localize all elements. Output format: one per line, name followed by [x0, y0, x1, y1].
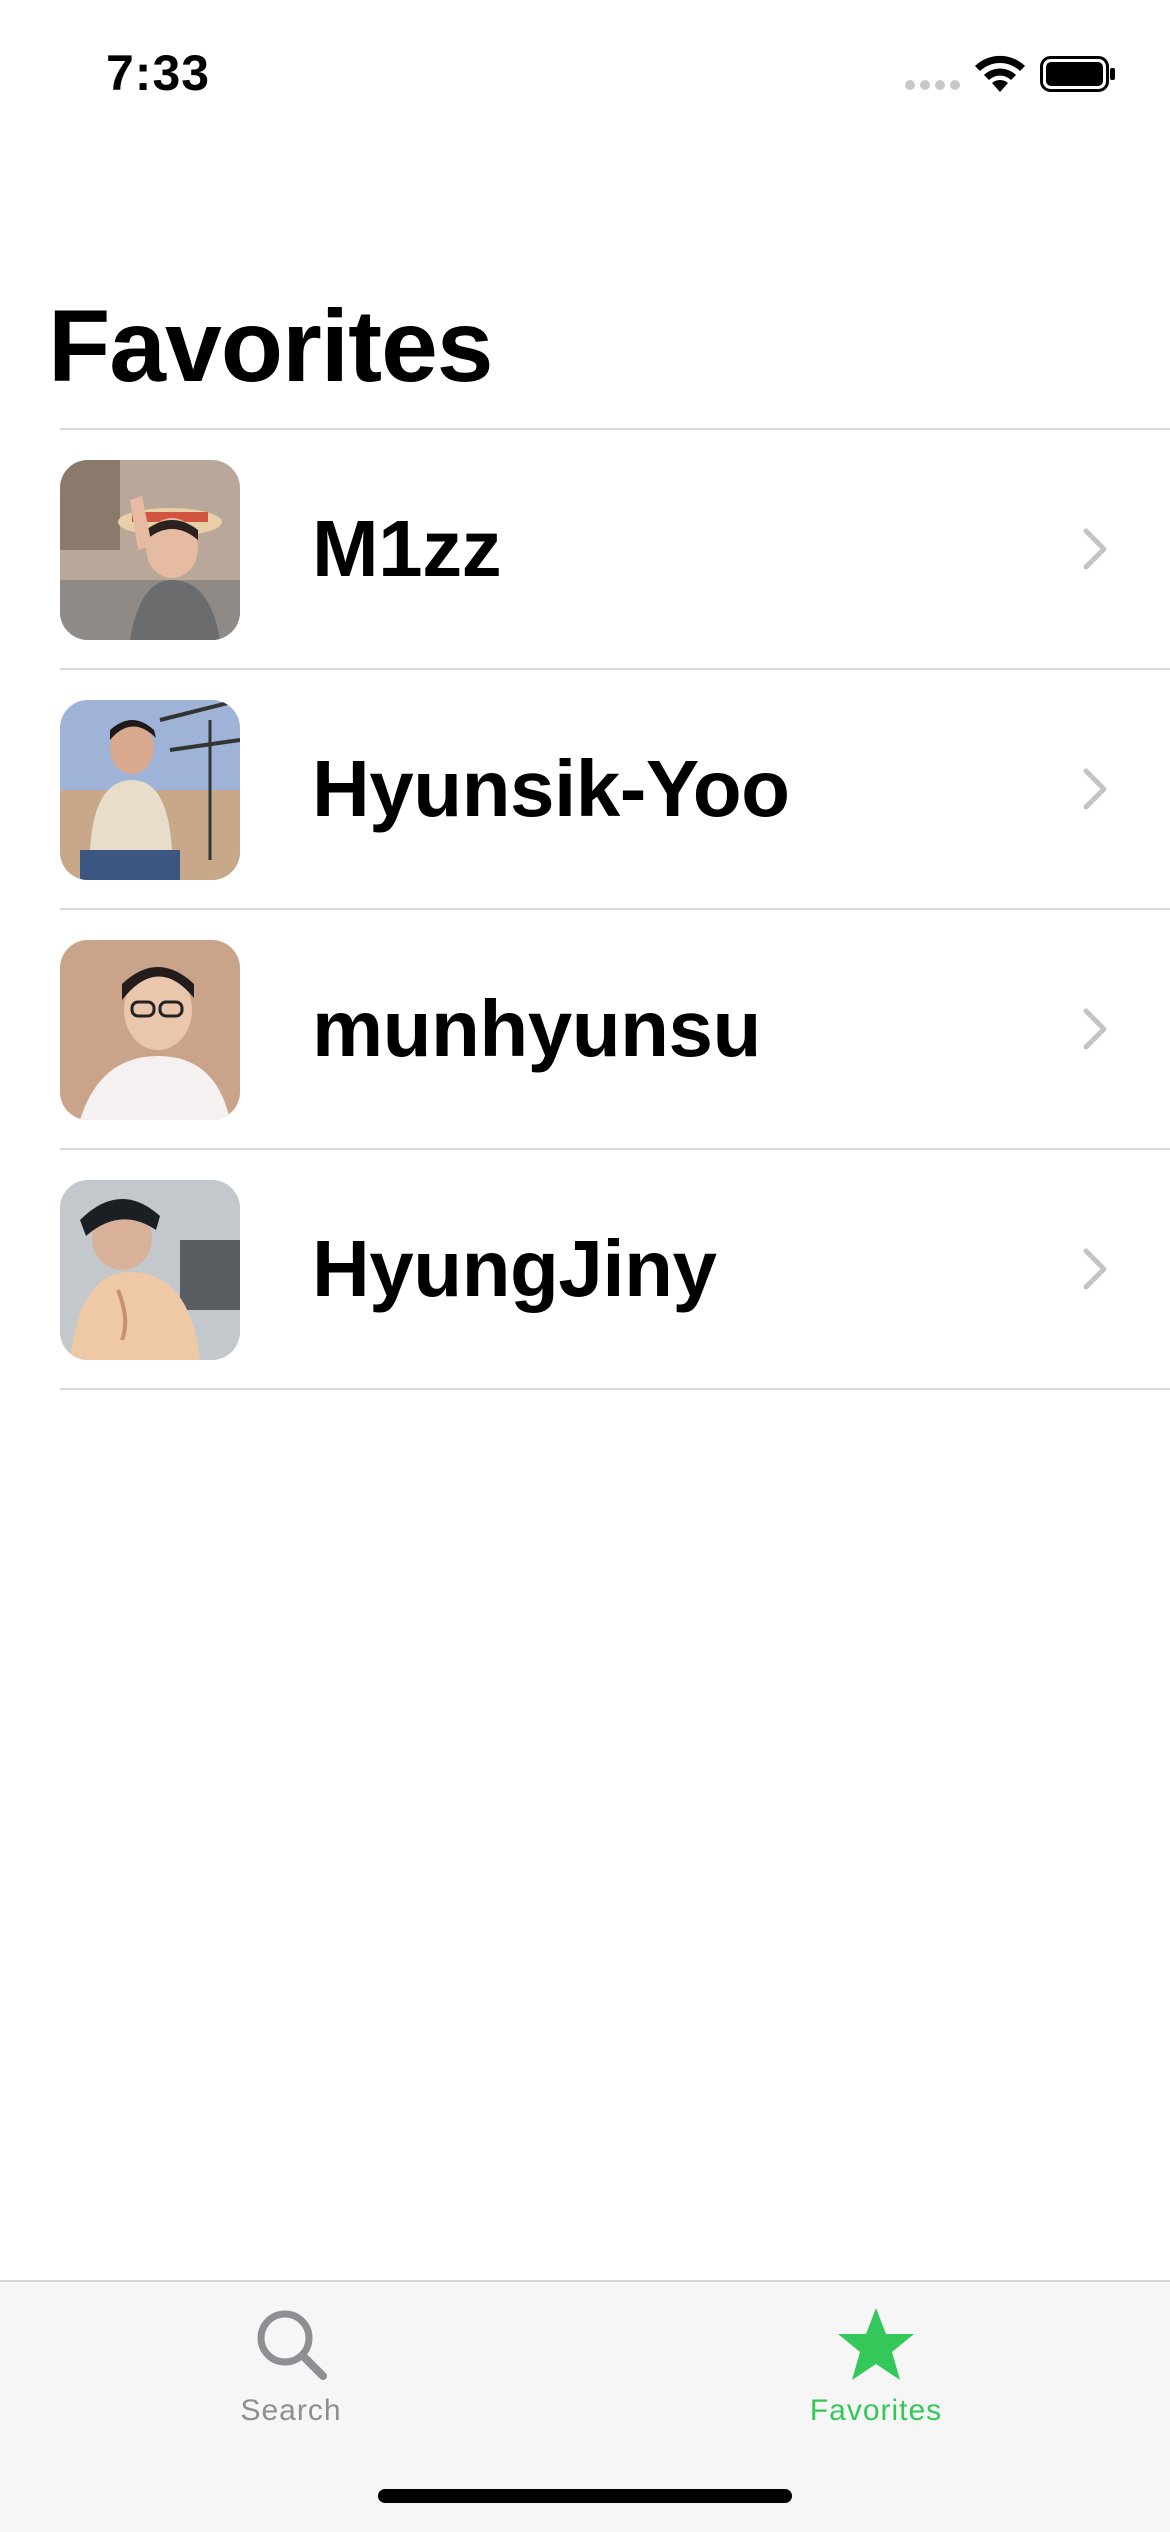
signal-dots-icon: [905, 80, 960, 90]
battery-icon: [1040, 56, 1115, 92]
list-item[interactable]: HyungJiny: [0, 1150, 1170, 1388]
list-item[interactable]: M1zz: [0, 430, 1170, 668]
avatar: [60, 460, 240, 640]
avatar: [60, 940, 240, 1120]
wifi-icon: [975, 55, 1025, 92]
status-bar: 7:33: [0, 0, 1170, 140]
star-icon: [838, 2308, 914, 2380]
item-name: Hyunsik-Yoo: [312, 744, 790, 833]
chevron-right-icon: [1083, 768, 1107, 810]
list-item[interactable]: Hyunsik-Yoo: [0, 670, 1170, 908]
avatar: [60, 700, 240, 880]
tab-favorites[interactable]: Favorites: [776, 2304, 976, 2428]
list-item[interactable]: munhyunsu: [0, 910, 1170, 1148]
status-time: 7:33: [106, 45, 211, 101]
favorites-screen: 7:33 Favorites M1zz Hyunsik-Yoo munhyuns…: [0, 0, 1170, 2532]
home-indicator: [378, 2489, 792, 2503]
chevron-right-icon: [1083, 1008, 1107, 1050]
list-divider: [60, 1388, 1170, 1390]
magnifying-glass-icon: [257, 2310, 327, 2380]
page-title: Favorites: [48, 289, 494, 403]
chevron-right-icon: [1083, 528, 1107, 570]
tab-search[interactable]: Search: [191, 2304, 391, 2428]
tab-label: Search: [240, 2394, 342, 2427]
tab-label: Favorites: [809, 2394, 943, 2427]
favorites-list: M1zz Hyunsik-Yoo munhyunsu HyungJiny: [0, 428, 1170, 1390]
chevron-right-icon: [1083, 1248, 1107, 1290]
item-name: munhyunsu: [312, 984, 761, 1073]
item-name: HyungJiny: [312, 1224, 717, 1313]
avatar: [60, 1180, 240, 1360]
item-name: M1zz: [312, 504, 502, 593]
